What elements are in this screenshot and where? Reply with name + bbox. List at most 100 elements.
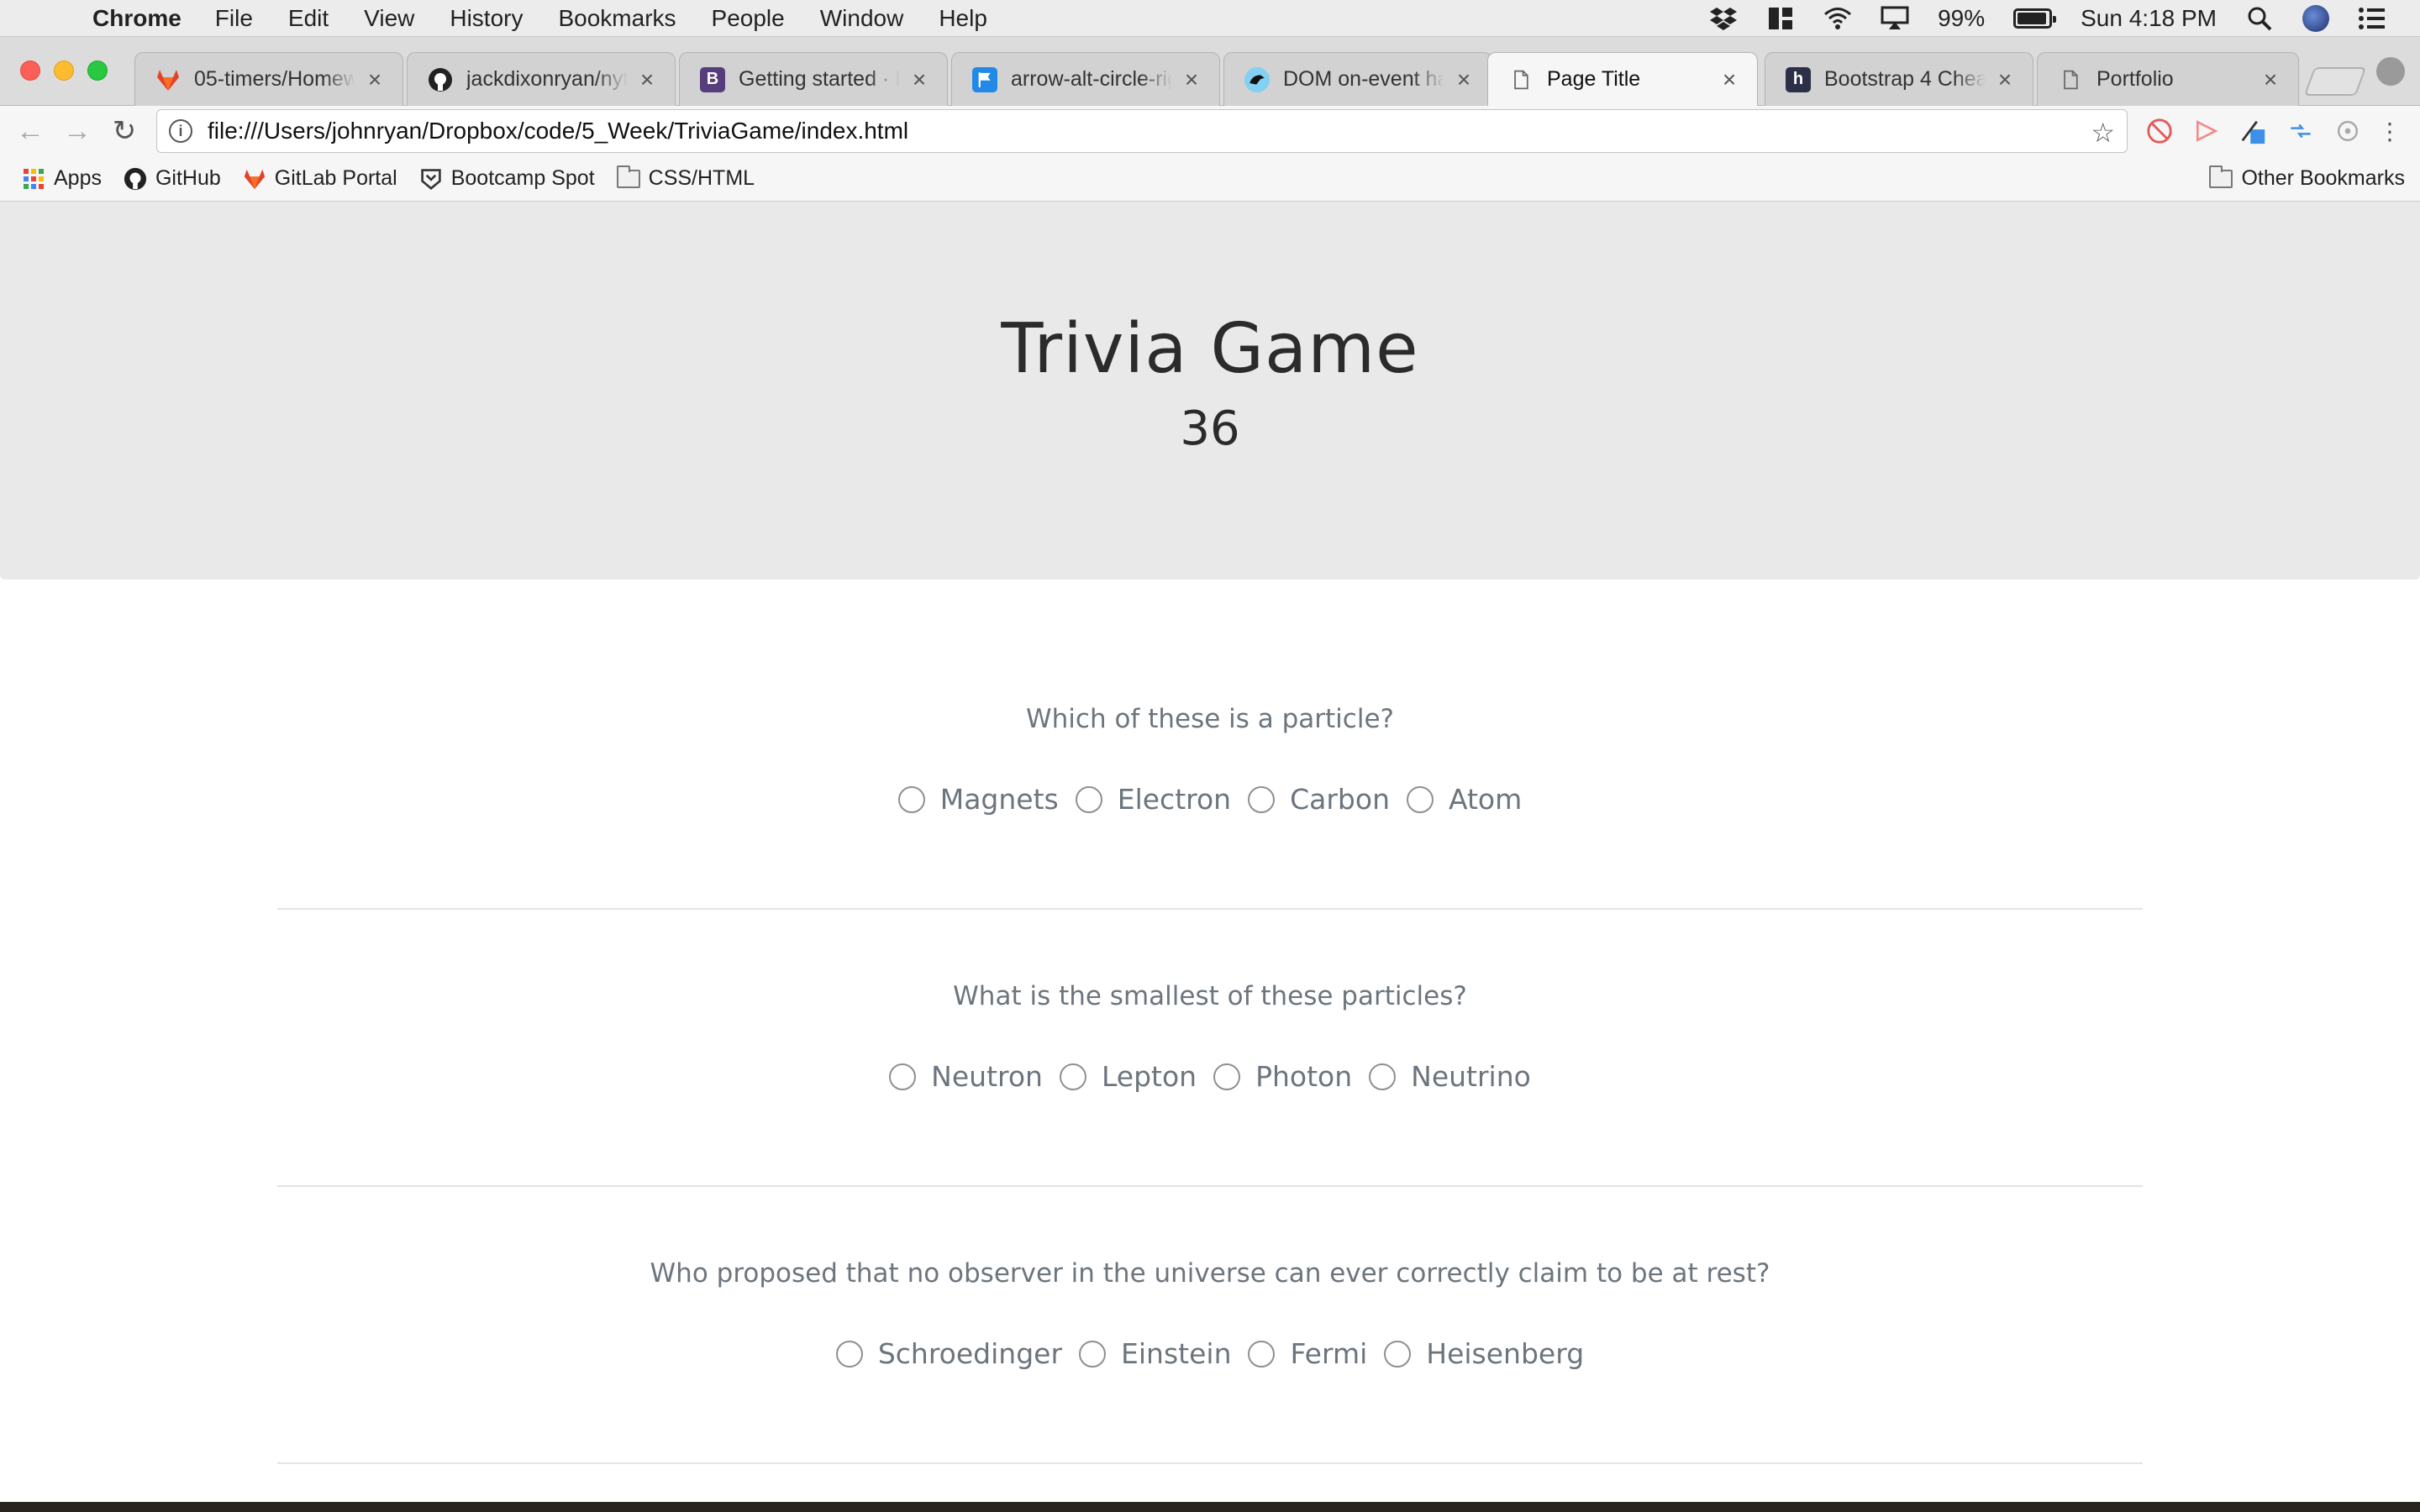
answer-label[interactable]: Neutron: [931, 1060, 1043, 1093]
tab-close-icon[interactable]: ×: [364, 66, 386, 93]
tab-close-icon[interactable]: ×: [1718, 66, 1740, 93]
menu-view[interactable]: View: [364, 5, 414, 32]
radio-button[interactable]: [835, 1340, 863, 1368]
apps-grid-icon: [22, 167, 45, 191]
back-arrow-icon[interactable]: ←: [12, 113, 49, 150]
tab-close-icon[interactable]: ×: [2260, 66, 2281, 93]
tab-mdn-dom-events[interactable]: DOM on-event handlers ×: [1223, 52, 1492, 106]
window-controls: [20, 60, 108, 81]
menu-bookmarks[interactable]: Bookmarks: [558, 5, 676, 32]
radio-button[interactable]: [1384, 1340, 1412, 1368]
answer-option[interactable]: Einstein: [1079, 1337, 1231, 1370]
answer-label[interactable]: Electron: [1118, 783, 1231, 816]
extension-block-icon[interactable]: [2144, 116, 2175, 146]
radio-button[interactable]: [1059, 1063, 1086, 1090]
forward-arrow-icon[interactable]: →: [59, 113, 96, 150]
bookmark-apps[interactable]: Apps: [22, 166, 102, 191]
tab-close-icon[interactable]: ×: [1453, 66, 1475, 93]
spotlight-search-icon[interactable]: [2245, 6, 2274, 31]
radio-button[interactable]: [1248, 1340, 1276, 1368]
extension-arrows-icon[interactable]: [2286, 116, 2316, 146]
answer-label[interactable]: Schroedinger: [878, 1337, 1062, 1370]
menu-history[interactable]: History: [450, 5, 523, 32]
dropbox-icon[interactable]: [1709, 6, 1738, 31]
bookmark-bootcamp-spot[interactable]: Bootcamp Spot: [419, 166, 595, 191]
window-manager-icon[interactable]: [1766, 6, 1795, 31]
radio-button[interactable]: [889, 1063, 917, 1090]
chrome-menu-icon[interactable]: ⋮: [2375, 116, 2405, 146]
radio-button[interactable]: [1369, 1063, 1397, 1090]
answer-label[interactable]: Lepton: [1102, 1060, 1197, 1093]
github-icon: [428, 67, 453, 92]
tab-bootstrap-getting-started[interactable]: B Getting started · Bootstrap ×: [679, 52, 948, 106]
menu-help[interactable]: Help: [939, 5, 987, 32]
address-bar-url[interactable]: file:///Users/johnryan/Dropbox/code/5_We…: [208, 118, 908, 144]
menu-file[interactable]: File: [215, 5, 253, 32]
address-bar[interactable]: i file:///Users/johnryan/Dropbox/code/5_…: [156, 109, 2128, 153]
answer-label[interactable]: Carbon: [1290, 783, 1390, 816]
bookmark-gitlab-portal[interactable]: GitLab Portal: [243, 166, 397, 191]
tab-fontawesome-arrow[interactable]: arrow-alt-circle-right ×: [951, 52, 1220, 106]
radio-button[interactable]: [1406, 785, 1434, 813]
answer-label[interactable]: Einstein: [1121, 1337, 1231, 1370]
answer-option[interactable]: Schroedinger: [835, 1337, 1062, 1370]
bookmark-other-bookmarks[interactable]: Other Bookmarks: [2209, 165, 2405, 191]
answer-option[interactable]: Fermi: [1248, 1337, 1367, 1370]
tab-close-icon[interactable]: ×: [1994, 66, 2016, 93]
tab-close-icon[interactable]: ×: [1181, 66, 1202, 93]
answer-options: Schroedinger Einstein Fermi Heisenberg: [277, 1337, 2143, 1370]
tab-close-icon[interactable]: ×: [908, 66, 930, 93]
tab-portfolio[interactable]: Portfolio ×: [2037, 52, 2299, 106]
answer-option[interactable]: Photon: [1213, 1060, 1352, 1093]
menu-window[interactable]: Window: [820, 5, 904, 32]
minimize-window-button[interactable]: [54, 60, 74, 81]
gitlab-icon: [243, 167, 266, 191]
tab-bootstrap-cheat-sheet[interactable]: h Bootstrap 4 Cheat Sheet ×: [1765, 52, 2033, 106]
extension-circle-icon[interactable]: [2333, 116, 2363, 146]
answer-label[interactable]: Fermi: [1290, 1337, 1367, 1370]
tab-gitlab-homework[interactable]: 05-timers/Homework ×: [134, 52, 403, 106]
radio-button[interactable]: [1248, 785, 1276, 813]
answer-label[interactable]: Heisenberg: [1426, 1337, 1584, 1370]
answer-option[interactable]: Neutrino: [1369, 1060, 1531, 1093]
extension-eyedropper-icon[interactable]: [2238, 116, 2269, 146]
extension-cast-icon[interactable]: [2191, 116, 2222, 146]
menu-edit[interactable]: Edit: [288, 5, 329, 32]
tab-label: Bootstrap 4 Cheat Sheet: [1824, 67, 1986, 91]
answer-option[interactable]: Heisenberg: [1384, 1337, 1584, 1370]
menu-app-name[interactable]: Chrome: [92, 5, 182, 32]
radio-button[interactable]: [1079, 1340, 1107, 1368]
profile-icon[interactable]: [2376, 57, 2405, 86]
menubar-clock[interactable]: Sun 4:18 PM: [2081, 5, 2217, 32]
bookmark-star-icon[interactable]: ☆: [2091, 117, 2115, 149]
menu-people[interactable]: People: [712, 5, 785, 32]
answer-option[interactable]: Neutron: [889, 1060, 1043, 1093]
answer-label[interactable]: Neutrino: [1411, 1060, 1531, 1093]
tab-close-icon[interactable]: ×: [636, 66, 658, 93]
radio-button[interactable]: [897, 785, 925, 813]
bookmark-folder-css-html[interactable]: CSS/HTML: [616, 165, 755, 191]
radio-button[interactable]: [1075, 785, 1102, 813]
siri-icon[interactable]: [2302, 4, 2329, 32]
answer-option[interactable]: Electron: [1075, 783, 1231, 816]
tab-github-nyt[interactable]: jackdixonryan/nyt- ×: [407, 52, 676, 106]
battery-icon[interactable]: [2013, 8, 2057, 29]
airplay-icon[interactable]: [1881, 6, 1909, 31]
answer-label[interactable]: Magnets: [940, 783, 1059, 816]
answer-option[interactable]: Carbon: [1248, 783, 1390, 816]
notification-center-icon[interactable]: [2358, 6, 2386, 31]
close-window-button[interactable]: [20, 60, 40, 81]
answer-option[interactable]: Atom: [1406, 783, 1522, 816]
new-tab-button[interactable]: [2303, 67, 2367, 96]
wifi-icon[interactable]: [1823, 6, 1852, 31]
radio-button[interactable]: [1213, 1063, 1241, 1090]
answer-label[interactable]: Photon: [1255, 1060, 1352, 1093]
answer-option[interactable]: Magnets: [897, 783, 1059, 816]
tab-page-title[interactable]: Page Title ×: [1487, 52, 1758, 106]
site-info-icon[interactable]: i: [169, 119, 192, 143]
answer-label[interactable]: Atom: [1449, 783, 1522, 816]
zoom-window-button[interactable]: [87, 60, 108, 81]
bookmark-github[interactable]: GitHub: [124, 166, 221, 191]
reload-icon[interactable]: ↻: [106, 113, 143, 150]
answer-option[interactable]: Lepton: [1059, 1060, 1197, 1093]
